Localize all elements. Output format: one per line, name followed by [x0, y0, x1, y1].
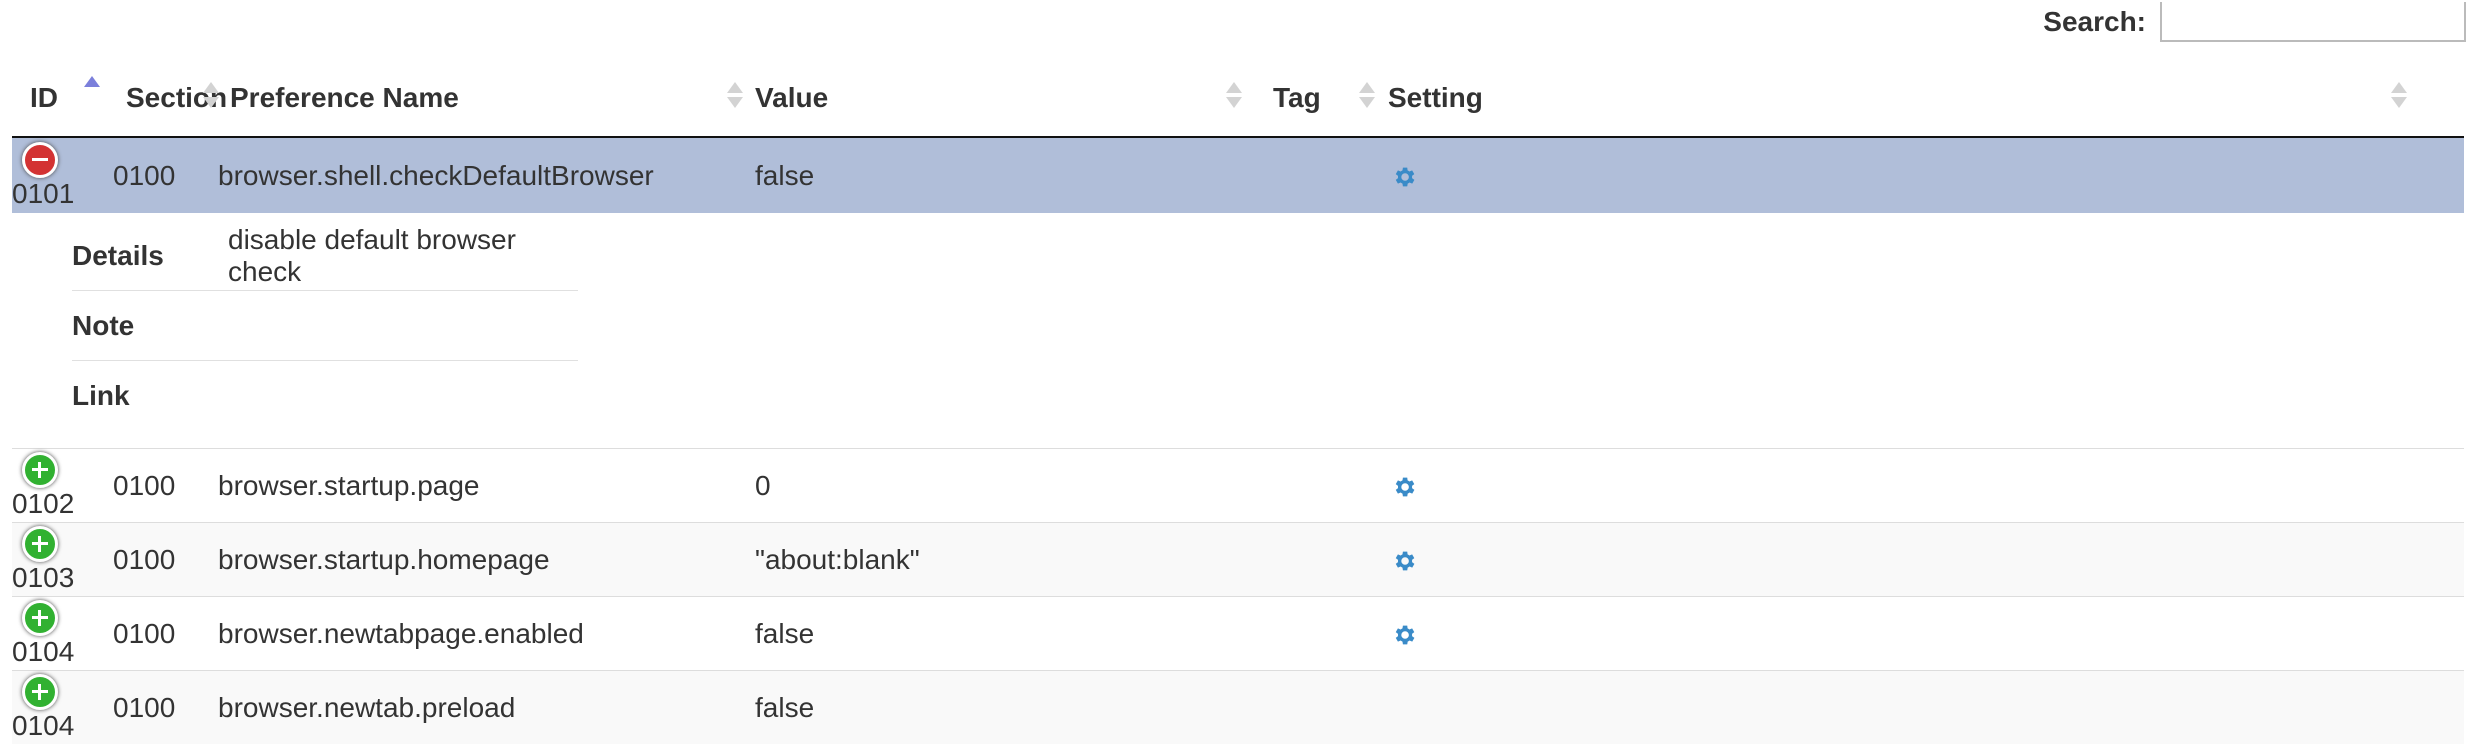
search-bar: Search:	[2043, 0, 2466, 44]
sort-icon	[1359, 80, 1375, 112]
column-header-id[interactable]: ID	[12, 60, 113, 137]
setting-cell	[1377, 597, 2464, 671]
value-cell: false	[743, 671, 1261, 744]
sort-icon	[727, 80, 743, 112]
id-value: 0103	[12, 562, 74, 593]
details-row: Details disable default browser check	[72, 221, 578, 291]
sort-icon	[2391, 80, 2407, 112]
details-value: disable default browser check	[228, 221, 578, 291]
column-header-label: ID	[30, 82, 58, 114]
value-cell: false	[743, 597, 1261, 671]
section-cell: 0100	[113, 449, 218, 523]
search-label: Search:	[2043, 6, 2146, 38]
id-cell: 0102	[12, 449, 113, 523]
column-header-value[interactable]: Value	[743, 60, 1261, 137]
column-header-setting[interactable]: Setting	[1377, 60, 2464, 137]
id-value: 0101	[12, 178, 74, 209]
id-cell: 0104	[12, 597, 113, 671]
gear-icon[interactable]	[1391, 622, 1417, 648]
sort-ascending-icon	[84, 74, 100, 106]
details-panel: Details disable default browser check No…	[72, 213, 2464, 448]
preference-name-cell: browser.shell.checkDefaultBrowser	[218, 137, 743, 213]
tag-cell	[1261, 449, 1377, 523]
setting-cell	[1377, 449, 2464, 523]
setting-cell	[1377, 137, 2464, 213]
details-label: Details	[72, 221, 228, 291]
note-label: Note	[72, 291, 228, 361]
id-value: 0102	[12, 488, 74, 519]
preferences-table: ID Section Preference Name Value Tag Set…	[12, 60, 2464, 744]
table-row[interactable]: 0102 0100 browser.startup.page 0	[12, 449, 2464, 523]
note-row: Note	[72, 291, 578, 361]
setting-cell	[1377, 523, 2464, 597]
link-row: Link	[72, 361, 578, 431]
id-value: 0104	[12, 710, 74, 741]
gear-icon[interactable]	[1391, 474, 1417, 500]
collapse-row-icon[interactable]	[22, 142, 58, 178]
expand-row-icon[interactable]	[22, 600, 58, 636]
column-header-label: Preference Name	[230, 82, 459, 114]
table-row[interactable]: 0101 0100 browser.shell.checkDefaultBrow…	[12, 137, 2464, 213]
value-cell: "about:blank"	[743, 523, 1261, 597]
column-header-section[interactable]: Section	[113, 60, 218, 137]
tag-cell	[1261, 137, 1377, 213]
column-header-label: Tag	[1273, 82, 1321, 114]
value-cell: false	[743, 137, 1261, 213]
id-cell: 0103	[12, 523, 113, 597]
expand-row-icon[interactable]	[22, 674, 58, 710]
table-row[interactable]: 0103 0100 browser.startup.homepage "abou…	[12, 523, 2464, 597]
details-table: Details disable default browser check No…	[72, 221, 578, 430]
preference-name-cell: browser.newtab.preload	[218, 671, 743, 744]
gear-icon[interactable]	[1391, 548, 1417, 574]
table-row[interactable]: 0104 0100 browser.newtab.preload false	[12, 671, 2464, 744]
setting-cell	[1377, 671, 2464, 744]
section-cell: 0100	[113, 523, 218, 597]
section-cell: 0100	[113, 597, 218, 671]
column-header-tag[interactable]: Tag	[1261, 60, 1377, 137]
search-input[interactable]	[2160, 2, 2466, 42]
link-value	[228, 361, 578, 431]
row-details-cell: Details disable default browser check No…	[12, 213, 2464, 449]
gear-icon[interactable]	[1391, 164, 1417, 190]
tag-cell	[1261, 597, 1377, 671]
expand-row-icon[interactable]	[22, 452, 58, 488]
expand-row-icon[interactable]	[22, 526, 58, 562]
row-details: Details disable default browser check No…	[12, 213, 2464, 449]
table-row[interactable]: 0104 0100 browser.newtabpage.enabled fal…	[12, 597, 2464, 671]
sort-icon	[1226, 80, 1242, 112]
tag-cell	[1261, 523, 1377, 597]
note-value	[228, 291, 578, 361]
column-header-preference-name[interactable]: Preference Name	[218, 60, 743, 137]
id-value: 0104	[12, 636, 74, 667]
value-cell: 0	[743, 449, 1261, 523]
preference-name-cell: browser.startup.homepage	[218, 523, 743, 597]
link-label: Link	[72, 361, 228, 431]
table-header-row: ID Section Preference Name Value Tag Set…	[12, 60, 2464, 137]
section-cell: 0100	[113, 137, 218, 213]
tag-cell	[1261, 671, 1377, 744]
id-cell: 0104	[12, 671, 113, 744]
preference-name-cell: browser.newtabpage.enabled	[218, 597, 743, 671]
sort-icon	[203, 80, 219, 112]
preference-name-cell: browser.startup.page	[218, 449, 743, 523]
column-header-label: Value	[755, 82, 828, 114]
column-header-label: Setting	[1388, 82, 1483, 114]
id-cell: 0101	[12, 137, 113, 213]
section-cell: 0100	[113, 671, 218, 744]
